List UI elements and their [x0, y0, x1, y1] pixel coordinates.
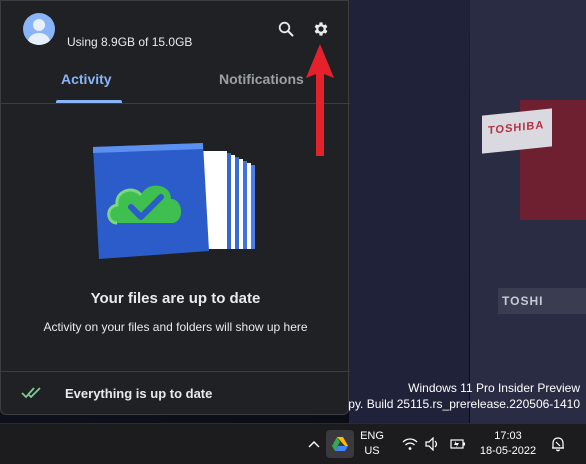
divider	[1, 103, 350, 104]
avatar[interactable]	[23, 13, 55, 45]
wifi-icon	[402, 438, 418, 450]
notification-icon	[552, 437, 564, 452]
drive-flyout-panel: Using 8.9GB of 15.0GB Activity Notificat…	[0, 0, 350, 415]
sign-text: TOSHI	[502, 294, 544, 308]
keyboard-layout: US	[364, 445, 380, 457]
storage-usage: Using 8.9GB of 15.0GB	[67, 35, 193, 49]
search-button[interactable]	[273, 16, 299, 42]
annotation-arrow-icon	[306, 44, 334, 156]
google-drive-tray-button[interactable]	[326, 430, 354, 458]
notification-center-button[interactable]	[546, 432, 570, 456]
sync-status-text: Everything is up to date	[65, 386, 213, 401]
show-hidden-icons-button[interactable]	[304, 432, 324, 456]
clock-date: 18-05-2022	[479, 445, 537, 457]
gear-icon	[314, 22, 328, 36]
tab-activity[interactable]: Activity	[61, 71, 112, 87]
watermark-line: copy. Build 25115.rs_prerelease.220506-1…	[335, 397, 580, 411]
language-code: ENG	[360, 430, 384, 442]
panel-header: Using 8.9GB of 15.0GB Activity Notificat…	[1, 1, 350, 104]
battery-button[interactable]	[448, 432, 468, 456]
chevron-up-icon	[308, 441, 320, 448]
files-up-to-date-illustration	[93, 143, 255, 259]
clock-time: 17:03	[494, 430, 522, 442]
volume-icon	[425, 437, 438, 451]
windows-watermark: Windows 11 Pro Insider Preview copy. Bui…	[336, 380, 580, 412]
clock-button[interactable]: 17:03 18-05-2022	[476, 427, 540, 461]
volume-button[interactable]	[423, 432, 443, 456]
toshiba-sign: TOSHIBA	[482, 108, 552, 154]
watermark-line: Windows 11 Pro Insider Preview	[408, 381, 580, 395]
empty-state-subtitle: Activity on your files and folders will …	[43, 320, 308, 334]
sign-text: TOSHIBA	[488, 119, 545, 138]
building-shape	[349, 0, 469, 423]
sync-status-row: Everything is up to date	[1, 372, 350, 415]
taskbar: ENG US 17:03 18-05-2022	[0, 423, 586, 464]
input-language-indicator[interactable]: ENG US	[354, 427, 390, 461]
search-icon	[278, 21, 294, 37]
google-drive-icon	[332, 437, 348, 451]
settings-button[interactable]	[308, 16, 334, 42]
double-check-icon	[21, 387, 41, 399]
network-button[interactable]	[400, 432, 420, 456]
tab-notifications[interactable]: Notifications	[219, 71, 304, 87]
battery-icon	[450, 439, 465, 449]
empty-state-title: Your files are up to date	[90, 290, 261, 307]
toshiba-sign-lower: TOSHI	[498, 288, 586, 314]
